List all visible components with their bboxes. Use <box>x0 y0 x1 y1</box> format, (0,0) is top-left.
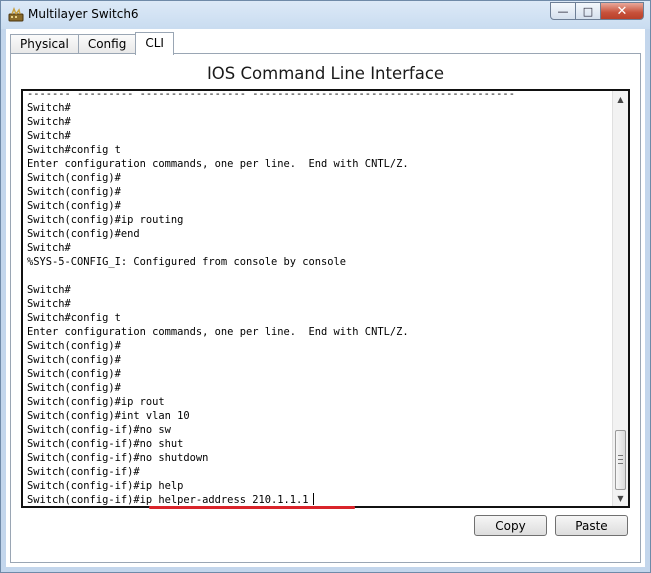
tab-config[interactable]: Config <box>77 34 137 54</box>
window-controls: — □ ✕ <box>550 2 644 21</box>
terminal-line: Switch(config)#ip routing <box>27 214 184 226</box>
terminal-line: Switch#config t <box>27 144 121 156</box>
terminal-line: Switch(config-if)# <box>27 466 140 478</box>
terminal-line: Switch# <box>27 116 71 128</box>
cli-panel: IOS Command Line Interface ------- -----… <box>10 53 641 563</box>
title-bar[interactable]: Multilayer Switch6 — □ ✕ <box>1 1 650 29</box>
terminal-line: Switch(config-if)#no shut <box>27 438 184 450</box>
terminal-line: Enter configuration commands, one per li… <box>27 326 409 338</box>
minimize-button[interactable]: — <box>550 2 576 20</box>
terminal-line: Enter configuration commands, one per li… <box>27 158 409 170</box>
terminal-line: Switch(config-if)#ip help <box>27 480 184 492</box>
terminal-line: Switch(config)#end <box>27 228 140 240</box>
terminal-line: Switch(config-if)#no sw <box>27 424 171 436</box>
terminal-line: Switch(config)#ip rout <box>27 396 165 408</box>
paste-button[interactable]: Paste <box>555 515 628 536</box>
terminal-line: Switch(config)# <box>27 340 121 352</box>
terminal-line: Switch(config-if)#no shutdown <box>27 452 209 464</box>
terminal-output: ------- --------- ----------------- ----… <box>27 89 609 506</box>
cli-terminal[interactable]: ------- --------- ----------------- ----… <box>21 89 630 508</box>
terminal-line: Switch(config)#int vlan 10 <box>27 410 190 422</box>
terminal-line: Switch(config)# <box>27 200 121 212</box>
scroll-down-icon[interactable]: ▼ <box>613 491 628 505</box>
app-window: Multilayer Switch6 — □ ✕ Physical Config… <box>0 0 651 573</box>
terminal-line: ------- --------- ----------------- ----… <box>27 89 515 100</box>
tab-strip: Physical Config CLI <box>10 32 174 55</box>
router-icon <box>8 6 24 23</box>
terminal-line: Switch#config t <box>27 312 121 324</box>
scroll-up-icon[interactable]: ▲ <box>613 92 628 106</box>
terminal-line: Switch# <box>27 284 71 296</box>
terminal-line: Switch# <box>27 242 71 254</box>
scrollbar-thumb[interactable] <box>615 430 626 490</box>
terminal-line: Switch# <box>27 298 71 310</box>
grip-icon <box>618 455 623 464</box>
terminal-line: Switch(config)# <box>27 382 121 394</box>
terminal-line: Switch(config)# <box>27 172 121 184</box>
text-caret <box>312 493 314 505</box>
terminal-line: Switch(config)# <box>27 186 121 198</box>
terminal-line: %SYS-5-CONFIG_I: Configured from console… <box>27 256 347 268</box>
cli-heading: IOS Command Line Interface <box>206 64 445 83</box>
terminal-scrollbar[interactable]: ▲ ▼ <box>612 91 628 506</box>
maximize-button[interactable]: □ <box>575 2 601 20</box>
tab-physical[interactable]: Physical <box>10 34 79 54</box>
tab-cli[interactable]: CLI <box>135 32 174 55</box>
terminal-line: Switch(config)# <box>27 368 121 380</box>
copy-button[interactable]: Copy <box>474 515 547 536</box>
terminal-line: Switch(config)# <box>27 354 121 366</box>
terminal-line: Switch(config-if)#ip helper-address 210.… <box>27 493 609 506</box>
command-highlight-underline <box>149 506 355 509</box>
terminal-line: Switch# <box>27 130 71 142</box>
window-title: Multilayer Switch6 <box>28 7 139 21</box>
close-button[interactable]: ✕ <box>600 2 644 20</box>
client-area: Physical Config CLI IOS Command Line Int… <box>6 29 645 567</box>
terminal-line: Switch# <box>27 102 71 114</box>
